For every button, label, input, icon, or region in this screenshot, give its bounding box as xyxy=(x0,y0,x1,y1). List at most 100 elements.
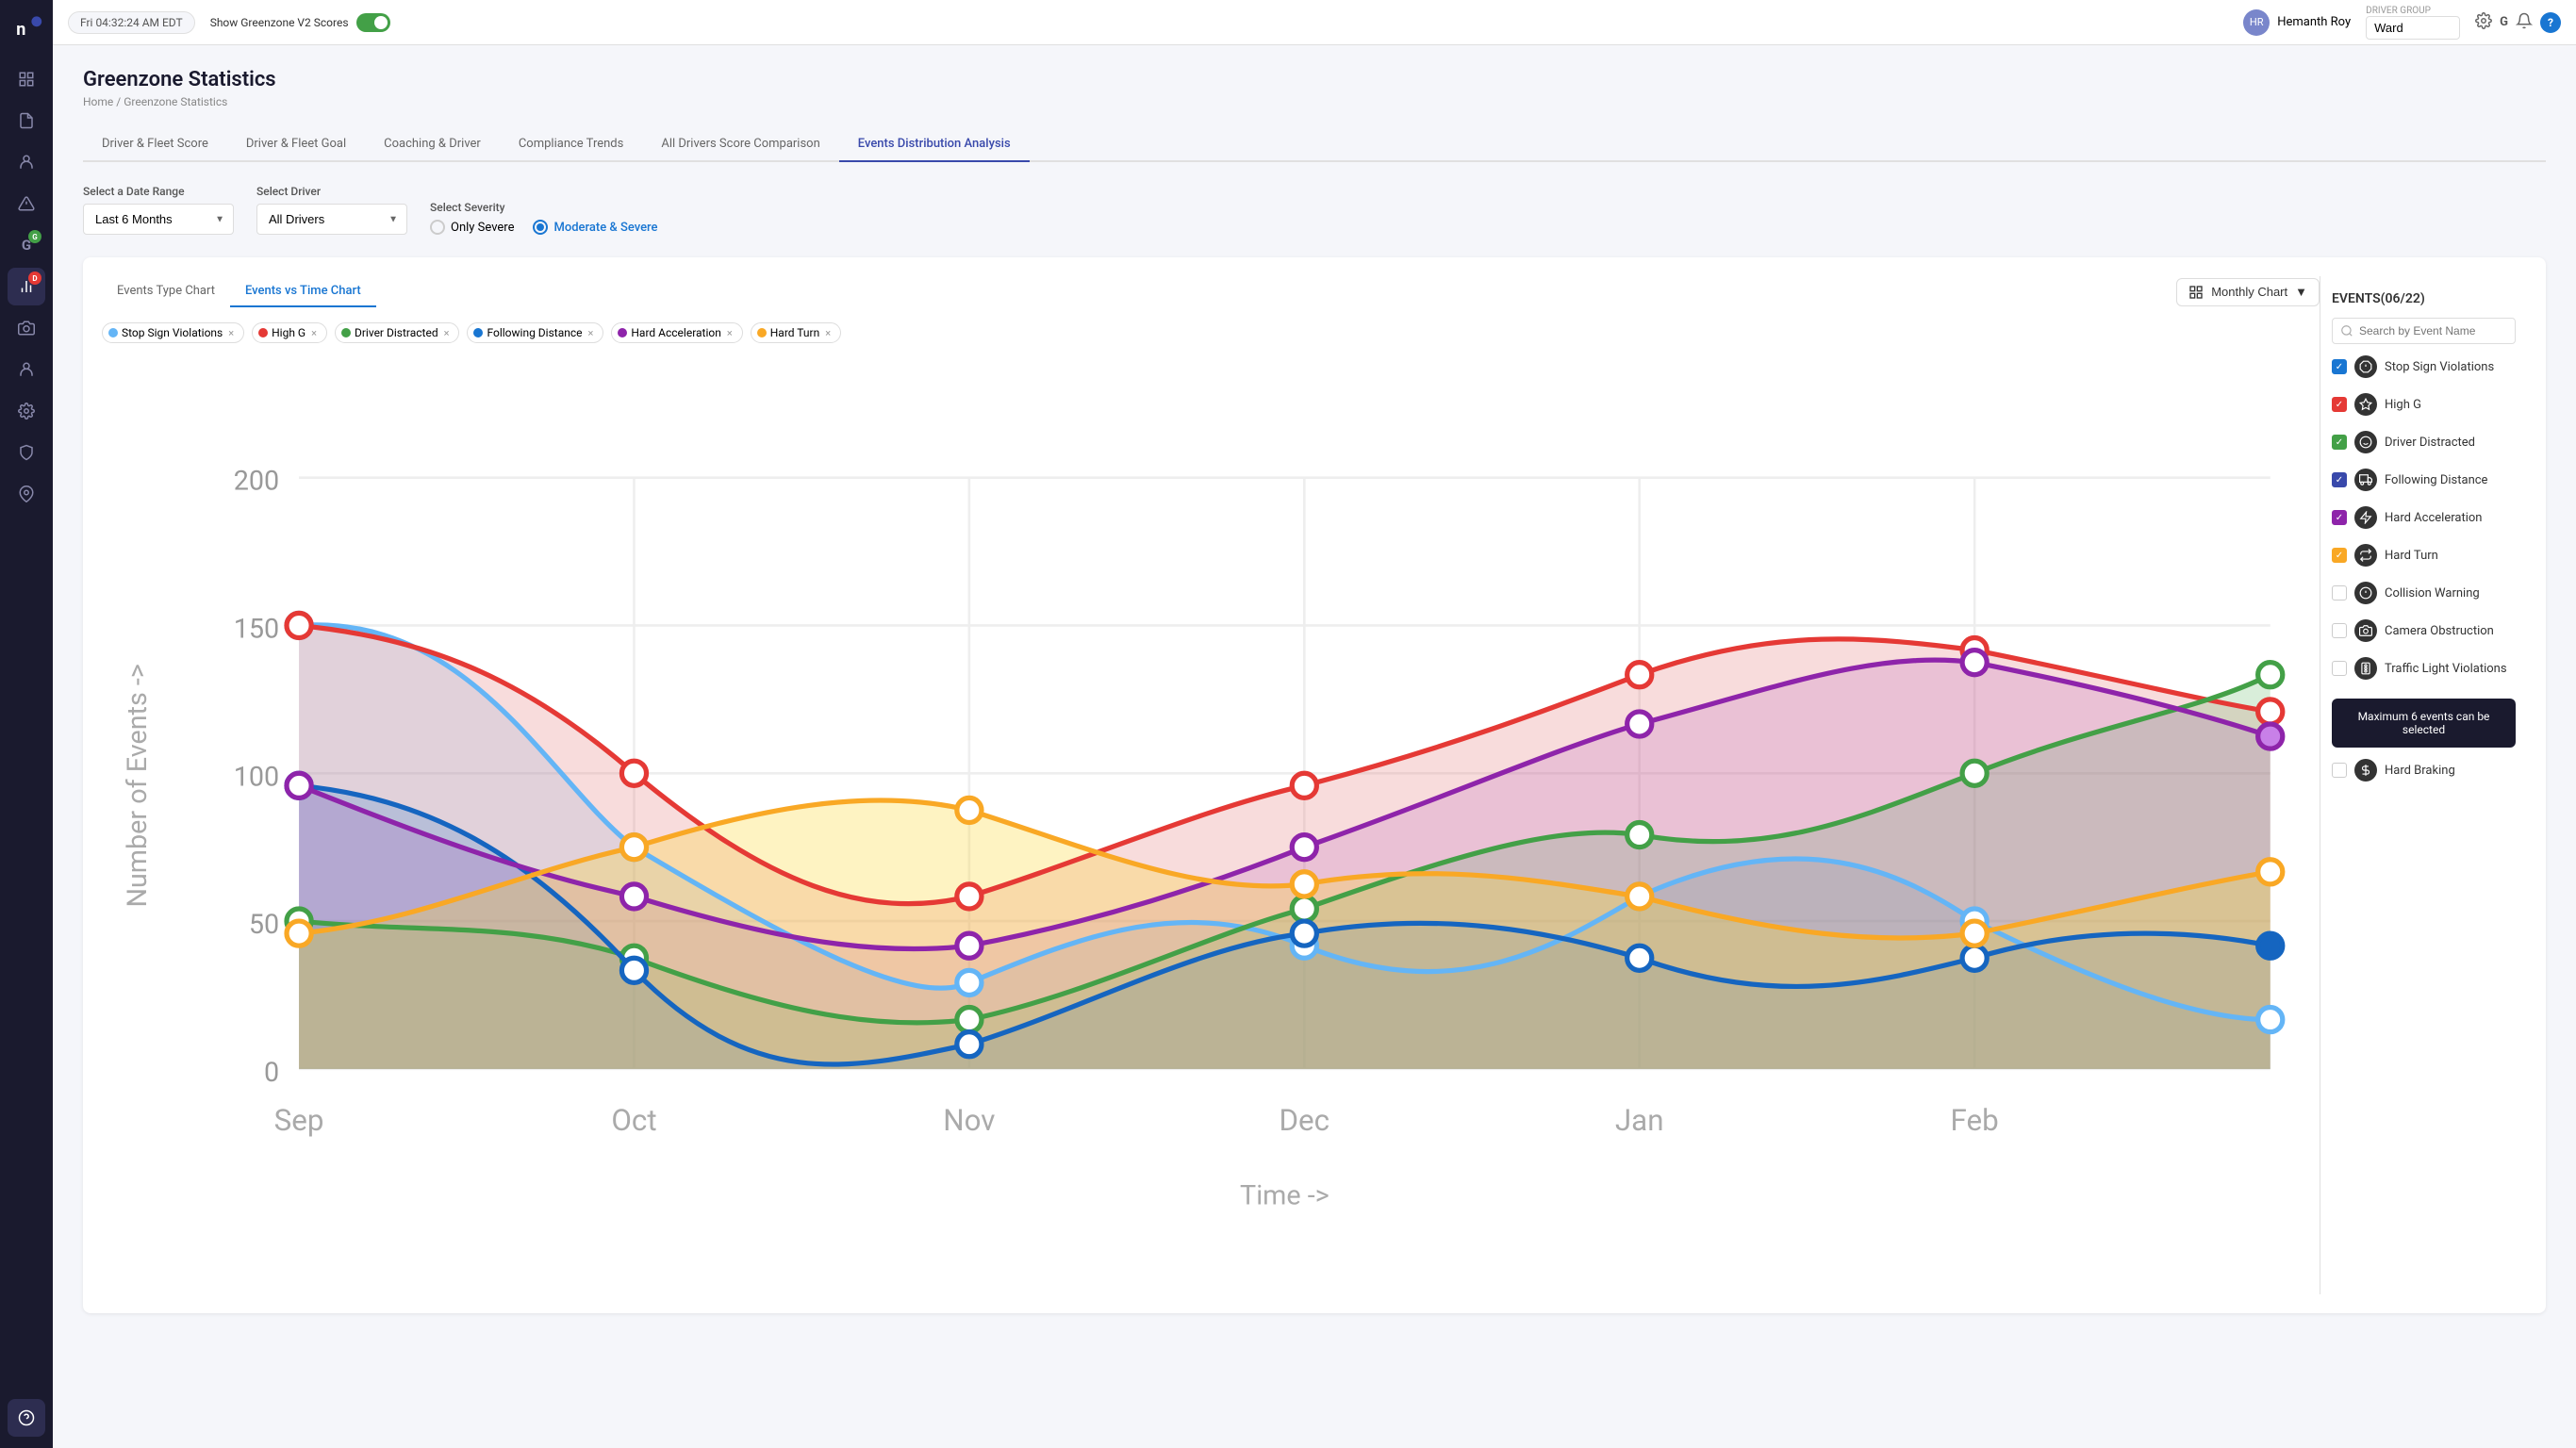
legend-label-driver-distracted: Driver Distracted xyxy=(355,326,438,339)
svg-text:Feb: Feb xyxy=(1951,1103,1999,1138)
question-icon[interactable]: ? xyxy=(2540,12,2561,33)
tab-coaching-driver[interactable]: Coaching & Driver xyxy=(365,127,500,162)
only-severe-radio[interactable] xyxy=(430,220,445,235)
sidebar-icon-person[interactable] xyxy=(8,143,45,181)
sidebar-icon-user[interactable] xyxy=(8,351,45,388)
tab-events-distribution[interactable]: Events Distribution Analysis xyxy=(839,127,1030,162)
event-label-following-distance: Following Distance xyxy=(2385,473,2516,487)
event-checkbox-stop-sign[interactable]: ✓ xyxy=(2332,359,2347,374)
event-label-collision-warning: Collision Warning xyxy=(2385,586,2516,601)
event-label-traffic-light: Traffic Light Violations xyxy=(2385,662,2516,676)
legend-label-hard-acceleration: Hard Acceleration xyxy=(631,326,721,339)
settings-icon[interactable] xyxy=(2475,12,2492,33)
chart-type-button[interactable]: Monthly Chart ▼ xyxy=(2176,278,2320,306)
g-icon[interactable]: G xyxy=(2500,15,2508,29)
sidebar-icon-settings[interactable] xyxy=(8,392,45,430)
severity-filter: Select Severity Only Severe Moderate & S… xyxy=(430,201,658,235)
page-content: Greenzone Statistics Home / Greenzone St… xyxy=(53,45,2576,1448)
event-checkbox-high-g[interactable]: ✓ xyxy=(2332,397,2347,412)
legend-label-hard-turn: Hard Turn xyxy=(770,326,819,339)
tab-compliance-trends[interactable]: Compliance Trends xyxy=(500,127,643,162)
tab-driver-fleet-score[interactable]: Driver & Fleet Score xyxy=(83,127,227,162)
svg-text:n: n xyxy=(16,20,25,40)
events-search-bar[interactable] xyxy=(2332,318,2516,344)
legend-remove-following-distance[interactable]: × xyxy=(588,327,594,339)
event-item-hard-acceleration: ✓ Hard Acceleration xyxy=(2332,502,2516,533)
event-item-camera-obstruction: Camera Obstruction xyxy=(2332,616,2516,646)
g-badge: G xyxy=(28,230,41,243)
sidebar-icon-grid[interactable] xyxy=(8,60,45,98)
legend-tag-following-distance[interactable]: Following Distance × xyxy=(467,322,603,343)
event-item-stop-sign: ✓ Stop Sign Violations xyxy=(2332,352,2516,382)
tab-all-drivers-comparison[interactable]: All Drivers Score Comparison xyxy=(642,127,838,162)
sidebar-icon-location[interactable] xyxy=(8,475,45,513)
legend-remove-hard-acceleration[interactable]: × xyxy=(727,327,733,339)
driver-select[interactable]: All Drivers xyxy=(256,204,407,235)
bell-icon[interactable] xyxy=(2516,12,2533,33)
event-label-hard-turn: Hard Turn xyxy=(2385,549,2516,563)
event-checkbox-traffic-light[interactable] xyxy=(2332,661,2347,676)
event-checkbox-hard-turn[interactable]: ✓ xyxy=(2332,548,2347,563)
sidebar-icon-camera[interactable] xyxy=(8,309,45,347)
chart-tabs: Events Type Chart Events vs Time Chart xyxy=(102,276,376,307)
breadcrumb-current: Greenzone Statistics xyxy=(124,95,227,108)
legend-tag-driver-distracted[interactable]: Driver Distracted × xyxy=(335,322,460,343)
event-label-high-g: High G xyxy=(2385,398,2516,412)
events-search-input[interactable] xyxy=(2359,324,2507,337)
event-item-collision-warning: Collision Warning xyxy=(2332,578,2516,608)
event-icon-stop-sign xyxy=(2354,355,2377,378)
event-item-hard-turn: ✓ Hard Turn xyxy=(2332,540,2516,570)
event-checkbox-hard-acceleration[interactable]: ✓ xyxy=(2332,510,2347,525)
event-item-driver-distracted: ✓ Driver Distracted xyxy=(2332,427,2516,457)
event-checkbox-camera-obstruction[interactable] xyxy=(2332,623,2347,638)
legend-remove-driver-distracted[interactable]: × xyxy=(444,327,450,339)
sidebar-icon-alert[interactable] xyxy=(8,185,45,222)
legend-remove-high-g[interactable]: × xyxy=(311,327,317,339)
chart-tab-events-time[interactable]: Events vs Time Chart xyxy=(230,276,376,307)
legend-dot-following-distance xyxy=(473,328,483,337)
legend-tag-stop-sign[interactable]: Stop Sign Violations × xyxy=(102,322,244,343)
chart-type-chevron: ▼ xyxy=(2295,285,2307,299)
event-icon-hard-braking xyxy=(2354,759,2377,782)
legend-tag-high-g[interactable]: High G × xyxy=(252,322,327,343)
legend-tag-hard-acceleration[interactable]: Hard Acceleration × xyxy=(611,322,742,343)
chart-header: Events Type Chart Events vs Time Chart M… xyxy=(102,276,2320,307)
svg-text:Jan: Jan xyxy=(1615,1103,1664,1138)
severity-radio-group: Only Severe Moderate & Severe xyxy=(430,220,658,235)
legend-label-high-g: High G xyxy=(272,326,305,339)
date-range-select[interactable]: Last 6 Months Last 3 Months Last Month C… xyxy=(83,204,234,235)
event-label-stop-sign: Stop Sign Violations xyxy=(2385,360,2516,374)
event-checkbox-driver-distracted[interactable]: ✓ xyxy=(2332,435,2347,450)
sidebar-icon-chart[interactable]: D xyxy=(8,268,45,305)
event-checkbox-following-distance[interactable]: ✓ xyxy=(2332,472,2347,487)
sidebar-icon-document[interactable] xyxy=(8,102,45,140)
legend-remove-stop-sign[interactable]: × xyxy=(228,327,234,339)
greenzone-toggle[interactable] xyxy=(356,13,390,32)
legend-label-following-distance: Following Distance xyxy=(487,326,582,339)
avatar: HR xyxy=(2243,9,2270,36)
sidebar-icon-help[interactable] xyxy=(8,1399,45,1437)
app-logo[interactable]: n xyxy=(9,11,43,45)
svg-text:50: 50 xyxy=(249,909,279,941)
event-checkbox-hard-braking[interactable] xyxy=(2332,763,2347,778)
ward-select[interactable]: Ward xyxy=(2366,16,2460,40)
legend-tag-hard-turn[interactable]: Hard Turn × xyxy=(751,322,841,343)
chart-tab-events-type[interactable]: Events Type Chart xyxy=(102,276,230,307)
breadcrumb-home[interactable]: Home xyxy=(83,95,113,108)
event-icon-high-g xyxy=(2354,393,2377,416)
legend-dot-driver-distracted xyxy=(341,328,351,337)
event-icon-driver-distracted xyxy=(2354,431,2377,453)
only-severe-option[interactable]: Only Severe xyxy=(430,220,514,235)
sidebar-icon-g[interactable]: G G xyxy=(8,226,45,264)
svg-text:0: 0 xyxy=(264,1057,279,1089)
legend-remove-hard-turn[interactable]: × xyxy=(825,327,831,339)
moderate-severe-radio[interactable] xyxy=(533,220,548,235)
legend-dot-stop-sign xyxy=(108,328,118,337)
event-label-driver-distracted: Driver Distracted xyxy=(2385,436,2516,450)
max-events-warning: Maximum 6 events can be selected xyxy=(2332,699,2516,748)
date-range-label: Select a Date Range xyxy=(83,185,234,198)
event-checkbox-collision-warning[interactable] xyxy=(2332,585,2347,601)
moderate-severe-option[interactable]: Moderate & Severe xyxy=(533,220,657,235)
tab-driver-fleet-goal[interactable]: Driver & Fleet Goal xyxy=(227,127,365,162)
sidebar-icon-shield[interactable] xyxy=(8,434,45,471)
